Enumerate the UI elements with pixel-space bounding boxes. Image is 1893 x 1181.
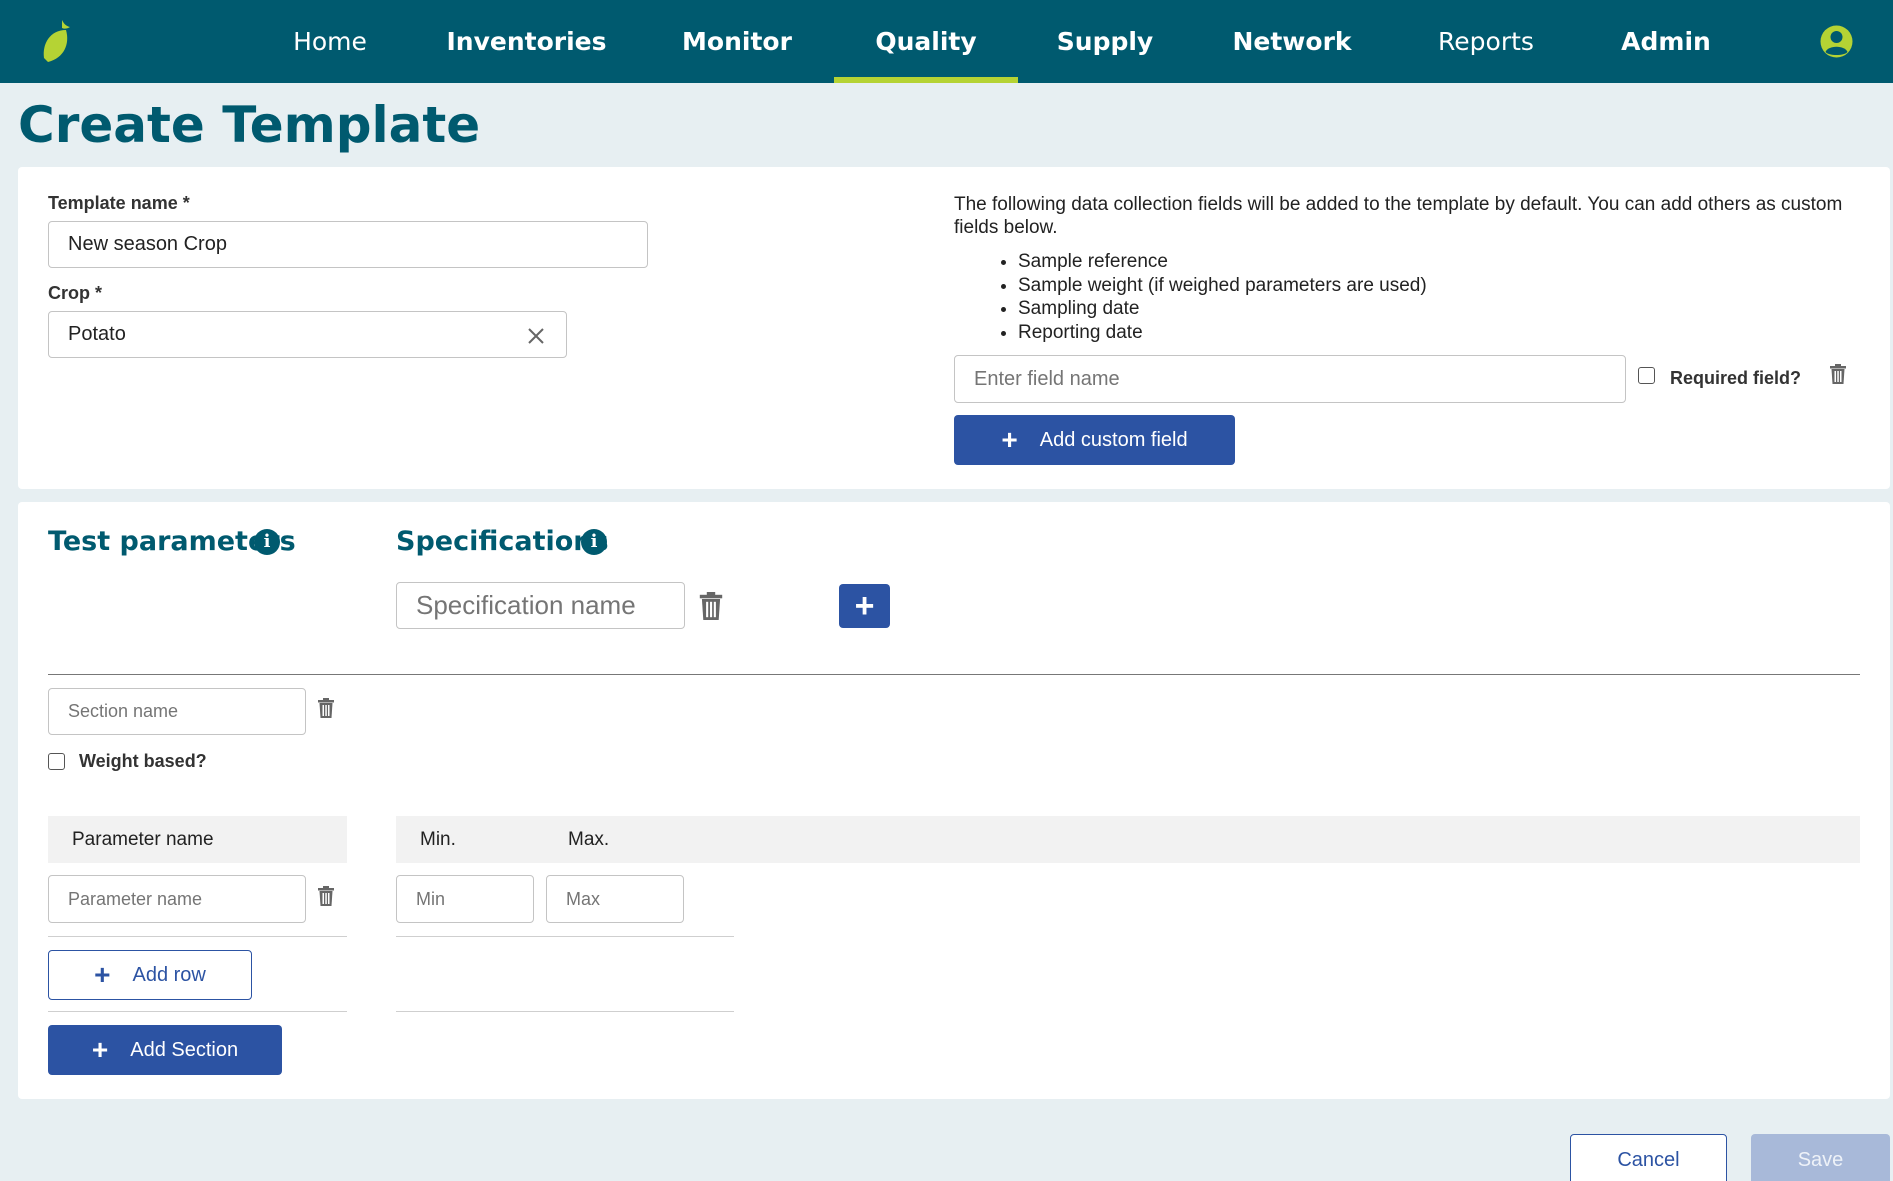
list-item: Sample weight (if weighed parameters are… (1018, 274, 1427, 298)
plus-icon: + (1001, 424, 1018, 455)
add-specification-button[interactable]: + (839, 584, 890, 628)
crop-value: Potato (68, 323, 126, 345)
list-item: Sample reference (1018, 250, 1427, 274)
trash-icon[interactable] (318, 886, 334, 906)
leaf-icon[interactable] (40, 18, 74, 64)
add-custom-field-button[interactable]: + Add custom field (954, 415, 1235, 465)
nav-item-inventories[interactable]: Inventories (440, 0, 613, 83)
cancel-button[interactable]: Cancel (1570, 1134, 1727, 1181)
spec-range-header: Min. Max. (396, 816, 1860, 863)
top-nav-bar: Home Inventories Monitor Quality Supply … (0, 0, 1893, 83)
trash-icon[interactable] (318, 698, 334, 718)
parameter-name-header: Parameter name (48, 816, 347, 863)
template-name-label: Template name * (48, 193, 190, 213)
max-input[interactable] (546, 875, 684, 923)
template-name-input[interactable]: New season Crop (48, 221, 648, 268)
nav-item-quality[interactable]: Quality (834, 0, 1018, 83)
trash-icon[interactable] (699, 592, 723, 620)
nav-item-admin[interactable]: Admin (1610, 0, 1722, 83)
divider (396, 936, 734, 937)
add-section-button[interactable]: + Add Section (48, 1025, 282, 1075)
nav-item-monitor[interactable]: Monitor (662, 0, 812, 83)
specification-name-input[interactable] (396, 582, 685, 629)
min-input[interactable] (396, 875, 534, 923)
nav-item-home[interactable]: Home (270, 0, 390, 83)
parameters-card: Test parameters i Specifications i + Wei… (18, 502, 1890, 1099)
add-row-label: Add row (132, 963, 206, 986)
nav-item-reports[interactable]: Reports (1420, 0, 1552, 83)
list-item: Sampling date (1018, 297, 1427, 321)
crop-label: Crop * (48, 283, 102, 303)
max-header: Max. (568, 829, 610, 850)
parameter-name-header-label: Parameter name (72, 829, 214, 850)
section-name-input[interactable] (48, 688, 306, 735)
clear-icon[interactable] (527, 327, 545, 345)
plus-icon: + (91, 1034, 109, 1065)
plus-icon: + (854, 586, 875, 625)
parameter-name-input[interactable] (48, 875, 306, 923)
required-field-label: Required field? (1670, 368, 1802, 388)
default-fields-list: Sample reference Sample weight (if weigh… (1018, 250, 1427, 344)
page-title: Create Template (18, 96, 481, 154)
trash-icon[interactable] (1830, 364, 1846, 384)
add-row-button[interactable]: + Add row (48, 950, 252, 1000)
user-circle-icon[interactable] (1820, 25, 1853, 58)
info-icon[interactable]: i (581, 529, 607, 555)
min-header: Min. (420, 829, 456, 850)
divider (48, 674, 1860, 675)
weight-based-label: Weight based? (79, 751, 207, 771)
default-fields-intro: The following data collection fields wil… (954, 194, 1843, 238)
list-item: Reporting date (1018, 321, 1427, 345)
nav-item-supply[interactable]: Supply (1040, 0, 1170, 83)
add-section-label: Add Section (130, 1038, 239, 1061)
custom-field-name-input[interactable] (954, 355, 1626, 403)
required-field-checkbox[interactable] (1638, 367, 1655, 384)
divider (48, 936, 347, 937)
specifications-title: Specifications (396, 526, 609, 557)
weight-based-checkbox[interactable] (48, 753, 65, 770)
crop-select[interactable]: Potato (48, 311, 567, 358)
plus-icon: + (94, 959, 111, 990)
save-button[interactable]: Save (1751, 1134, 1890, 1181)
nav-item-network[interactable]: Network (1222, 0, 1362, 83)
add-custom-field-label: Add custom field (1039, 428, 1188, 451)
template-details-card: Template name * New season Crop Crop * P… (18, 167, 1890, 489)
divider (48, 1011, 347, 1012)
info-icon[interactable]: i (254, 529, 280, 555)
divider (396, 1011, 734, 1012)
